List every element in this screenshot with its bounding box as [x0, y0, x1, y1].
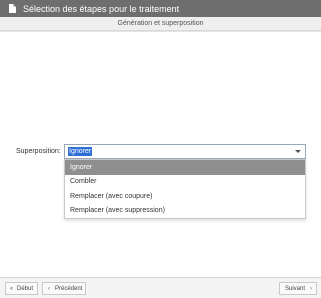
divider	[0, 31, 321, 32]
previous-button-label: Précédent	[55, 285, 83, 292]
next-button-label: Suivant	[285, 285, 306, 292]
superposition-select[interactable]: Ignorer	[64, 144, 306, 159]
superposition-select-value[interactable]: Ignorer	[68, 147, 93, 156]
previous-button[interactable]: ‹ Précédent	[42, 282, 86, 295]
wizard-footer: ‹‹ Début ‹ Précédent Suivant ›	[0, 277, 321, 298]
section-header: Génération et superposition	[0, 17, 321, 31]
chevron-down-icon[interactable]	[295, 150, 301, 153]
first-button-label: Début	[17, 285, 34, 292]
chevron-left-icon: ‹	[48, 285, 50, 292]
next-button[interactable]: Suivant ›	[279, 282, 317, 295]
chevron-right-icon: ›	[310, 285, 313, 292]
dropdown-option-ignorer[interactable]: Ignorer	[65, 160, 305, 175]
dropdown-option-remplacer-coupure[interactable]: Remplacer (avec coupure)	[65, 189, 305, 204]
first-button[interactable]: ‹‹ Début	[5, 282, 38, 295]
double-chevron-left-icon: ‹‹	[10, 285, 13, 292]
window-title: Sélection des étapes pour le traitement	[23, 3, 180, 14]
dropdown-option-combler[interactable]: Combler	[65, 175, 305, 190]
dropdown-option-remplacer-suppression[interactable]: Remplacer (avec suppression)	[65, 204, 305, 219]
document-icon	[9, 4, 16, 13]
window-titlebar: Sélection des étapes pour le traitement	[0, 0, 321, 17]
section-header-label: Génération et superposition	[117, 20, 204, 27]
superposition-label: Superposition:	[16, 148, 61, 155]
superposition-dropdown-list: Ignorer Combler Remplacer (avec coupure)…	[64, 159, 306, 219]
